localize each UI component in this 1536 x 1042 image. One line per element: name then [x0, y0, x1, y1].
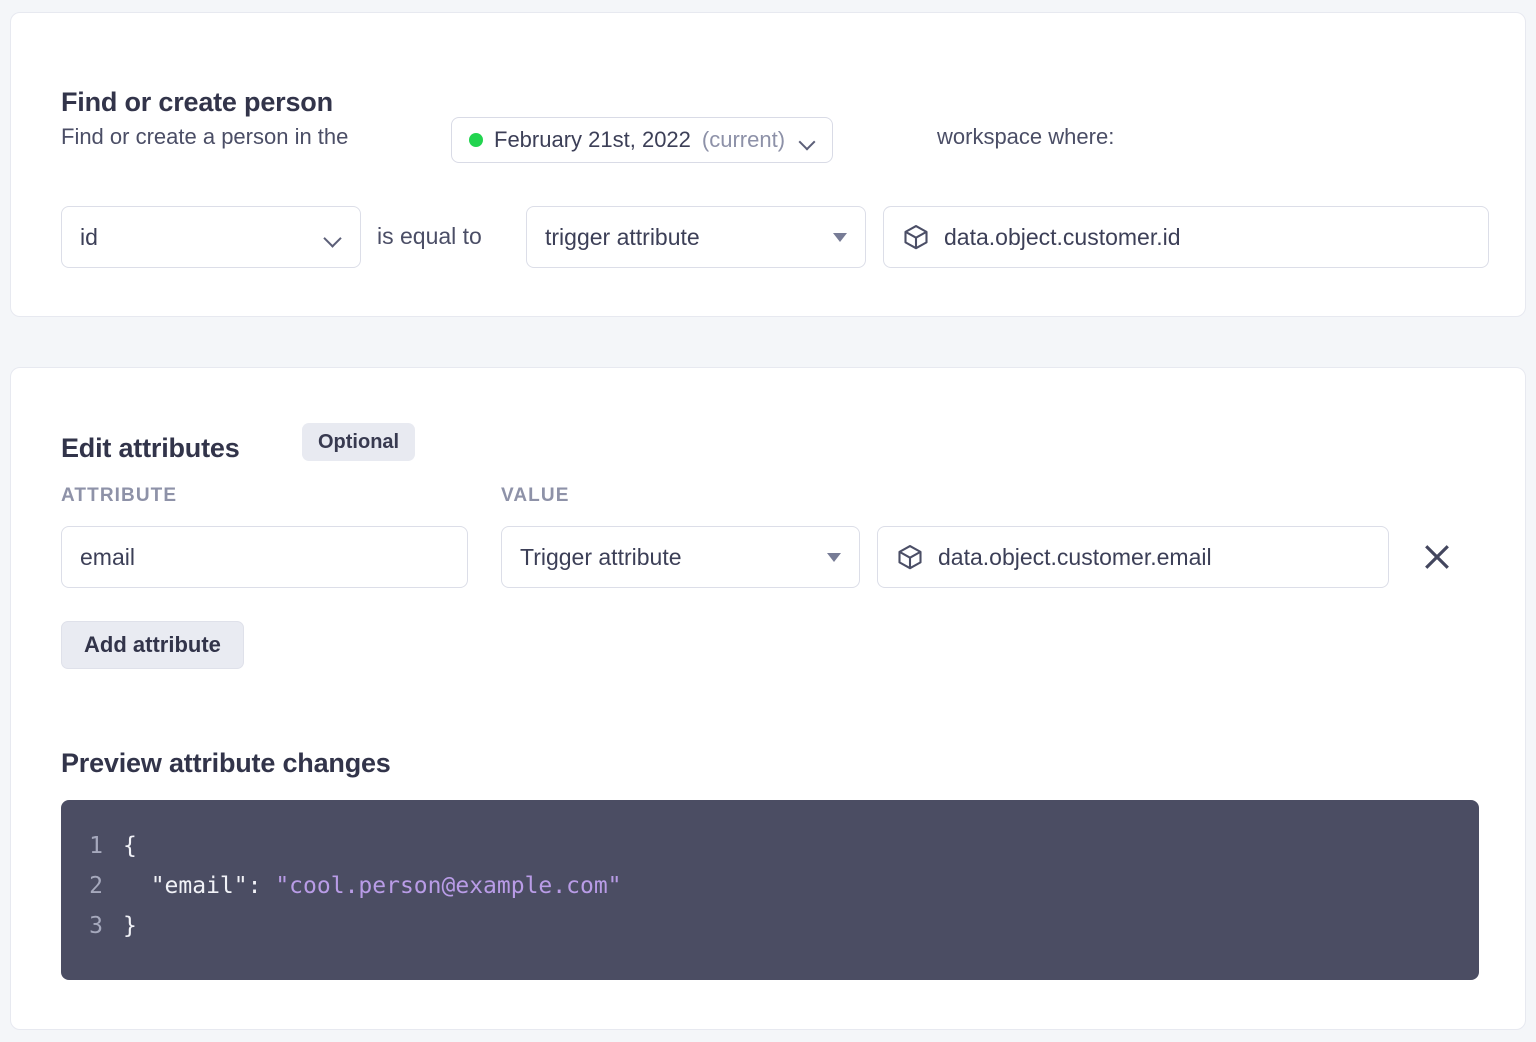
condition-source-select[interactable]: trigger attribute	[526, 206, 866, 268]
remove-attribute-button[interactable]	[1417, 537, 1457, 577]
add-attribute-label: Add attribute	[84, 632, 221, 657]
find-card-title: Find or create person	[61, 87, 333, 118]
code-line: 3}	[61, 906, 1479, 946]
find-or-create-person-card: Find or create person Find or create a p…	[10, 12, 1526, 317]
preview-section-title: Preview attribute changes	[61, 748, 391, 779]
code-line-string-value: "cool.person@example.com"	[275, 873, 622, 899]
find-card-trailing-text: workspace where:	[937, 124, 1115, 149]
condition-path-input[interactable]: data.object.customer.id	[883, 206, 1489, 268]
workspace-status-dot	[469, 133, 483, 147]
code-line: 1{	[61, 826, 1479, 866]
code-line-text: {	[123, 833, 137, 859]
edit-card-title: Edit attributes	[61, 433, 240, 464]
code-line-key: "email":	[123, 873, 276, 899]
code-line-text: }	[123, 913, 137, 939]
caret-down-icon	[833, 232, 847, 242]
attribute-path-input[interactable]: data.object.customer.email	[877, 526, 1389, 588]
close-icon	[1425, 545, 1449, 569]
attribute-path-value: data.object.customer.email	[938, 543, 1212, 570]
page-root: Find or create person Find or create a p…	[0, 0, 1536, 1042]
attribute-name-input[interactable]: email	[61, 526, 468, 588]
add-attribute-button[interactable]: Add attribute	[61, 621, 244, 669]
condition-attribute-value: id	[80, 223, 98, 250]
condition-operator-label: is equal to	[377, 223, 482, 249]
code-line-number: 2	[89, 873, 103, 899]
condition-path-value: data.object.customer.id	[944, 223, 1181, 250]
optional-badge: Optional	[302, 423, 416, 461]
column-header-value: VALUE	[501, 485, 570, 506]
workspace-name: February 21st, 2022	[494, 127, 691, 152]
chevron-down-icon	[324, 232, 342, 243]
cube-icon	[904, 224, 928, 250]
code-line: 2 "email": "cool.person@example.com"	[61, 866, 1479, 906]
find-card-lead-text: Find or create a person in the	[61, 124, 349, 149]
cube-icon	[898, 544, 922, 570]
condition-source-value: trigger attribute	[545, 223, 700, 250]
code-line-number: 3	[89, 913, 103, 939]
code-line-number: 1	[89, 833, 103, 859]
preview-code-block: 1{ 2 "email": "cool.person@example.com" …	[61, 800, 1479, 980]
chevron-down-icon	[800, 136, 816, 145]
workspace-current-label: (current)	[701, 127, 786, 152]
condition-attribute-select[interactable]: id	[61, 206, 361, 268]
attribute-name-value: email	[80, 543, 135, 570]
edit-attributes-card: Edit attributes Optional ATTRIBUTE VALUE…	[10, 367, 1526, 1030]
attribute-source-select[interactable]: Trigger attribute	[501, 526, 860, 588]
caret-down-icon	[827, 552, 841, 562]
workspace-selector[interactable]: February 21st, 2022 (current)	[451, 117, 834, 163]
column-header-attribute: ATTRIBUTE	[61, 485, 178, 506]
attribute-source-value: Trigger attribute	[520, 543, 682, 570]
